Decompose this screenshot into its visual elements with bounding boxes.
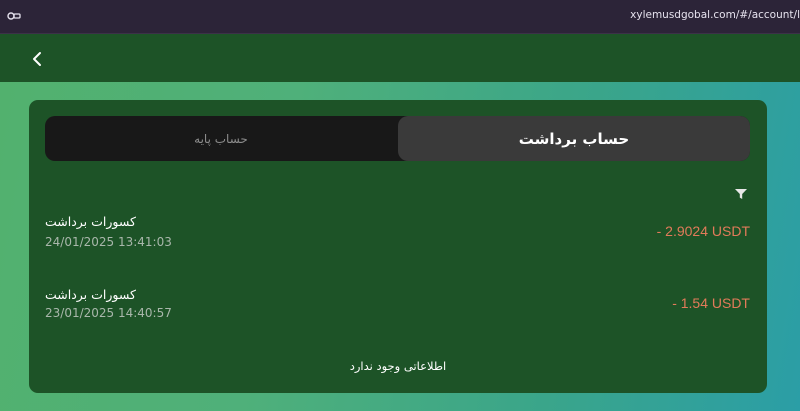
back-button[interactable]: [24, 46, 50, 72]
address-url[interactable]: xylemusdgobal.com/#/account/l: [630, 9, 800, 21]
tab-withdraw-account[interactable]: حساب برداشت: [398, 116, 750, 161]
transaction-date: 23/01/2025 14:40:57: [45, 306, 172, 320]
browser-address-bar[interactable]: xylemusdgobal.com/#/account/l: [0, 0, 800, 34]
tab-basic-account[interactable]: حساب پایه: [45, 116, 397, 161]
app-header: [0, 34, 800, 82]
account-tabs: حساب پایه حساب برداشت: [45, 116, 750, 161]
transaction-amount: - 1.54 USDT: [672, 295, 750, 311]
tab-label: حساب پایه: [194, 131, 248, 146]
transaction-title: کسورات برداشت: [45, 214, 136, 229]
site-info-icon[interactable]: [7, 11, 21, 21]
no-more-data-message: اطلاعاتی وجود ندارد: [349, 359, 447, 373]
transaction-date: 24/01/2025 13:41:03: [45, 235, 172, 249]
chevron-left-icon: [33, 52, 41, 66]
transaction-amount: - 2.9024 USDT: [656, 223, 750, 239]
tab-label: حساب برداشت: [518, 129, 630, 148]
transaction-title: کسورات برداشت: [45, 287, 136, 302]
funnel-icon[interactable]: [734, 186, 748, 200]
account-card: حساب پایه حساب برداشت کسورات برداشت 24/0…: [29, 100, 767, 393]
